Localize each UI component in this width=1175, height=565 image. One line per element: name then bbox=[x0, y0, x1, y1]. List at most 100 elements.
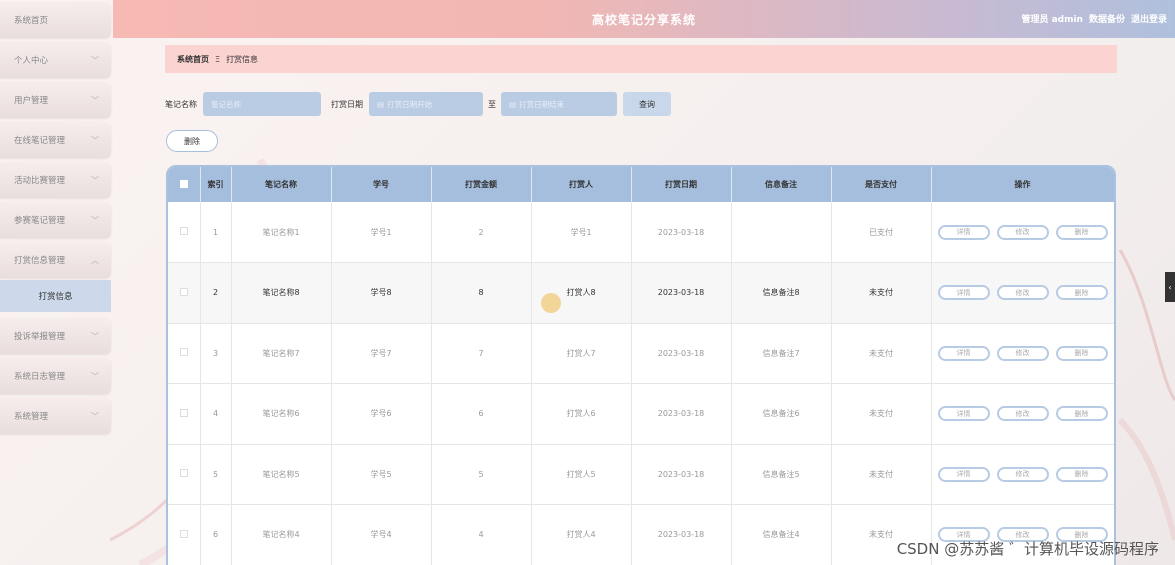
sidebar-item-3[interactable]: 在线笔记管理 ﹀ bbox=[0, 122, 111, 158]
cell-date: 2023-03-18 bbox=[631, 262, 732, 324]
detail-button[interactable]: 详情 bbox=[937, 406, 990, 422]
row-checkbox[interactable] bbox=[168, 323, 201, 384]
chevron-down-icon: ﹀ bbox=[91, 331, 99, 341]
table-row[interactable]: 5 笔记名称5 学号5 5 打赏人5 2023-03-18 信息备注5 未支付 详情 修改 删除 bbox=[168, 444, 1114, 505]
cell-date: 2023-03-18 bbox=[631, 323, 732, 384]
sidebar-item-5[interactable]: 参赛笔记管理 ﹀ bbox=[0, 202, 111, 238]
collapse-tab-icon[interactable]: ‹ bbox=[1165, 272, 1175, 302]
sidebar-item-label: 个人中心 bbox=[14, 56, 49, 66]
calendar-icon: ▤ bbox=[509, 99, 517, 109]
select-all-checkbox[interactable] bbox=[168, 167, 201, 202]
cell-actions: 详情 修改 删除 bbox=[931, 202, 1114, 263]
cell-amount: 2 bbox=[431, 202, 532, 263]
cell-actions: 详情 修改 删除 bbox=[931, 444, 1114, 505]
cell-sid: 学号7 bbox=[331, 323, 432, 384]
cell-name: 笔记名称7 bbox=[231, 323, 332, 384]
row-delete-button[interactable]: 删除 bbox=[1055, 406, 1108, 422]
search-bar: 笔记名称 笔记名称 打赏日期 ▤ 打赏日期开始 至 ▤ 打赏日期结束 查询 bbox=[165, 92, 671, 116]
edit-button[interactable]: 修改 bbox=[996, 224, 1049, 240]
cell-sid: 学号4 bbox=[331, 504, 432, 565]
sidebar-item-6[interactable]: 打赏信息管理 ︿ bbox=[0, 242, 111, 278]
breadcrumb-home[interactable]: 系统首页 bbox=[177, 54, 209, 65]
sidebar-item-label: 参赛笔记管理 bbox=[14, 216, 66, 226]
chevron-down-icon: ﹀ bbox=[91, 55, 99, 65]
cell-paid: 未支付 bbox=[831, 262, 932, 324]
detail-button[interactable]: 详情 bbox=[937, 466, 990, 482]
date-start-input[interactable]: ▤ 打赏日期开始 bbox=[369, 92, 483, 116]
cell-name: 笔记名称4 bbox=[231, 504, 332, 565]
cell-paid: 未支付 bbox=[831, 323, 932, 384]
delete-button[interactable]: 删除 bbox=[166, 130, 218, 152]
query-button[interactable]: 查询 bbox=[623, 92, 671, 116]
sidebar-item-label: 系统管理 bbox=[14, 412, 49, 422]
edit-button[interactable]: 修改 bbox=[996, 406, 1049, 422]
column-header: 索引 bbox=[200, 167, 232, 202]
date-end-input[interactable]: ▤ 打赏日期结束 bbox=[501, 92, 617, 116]
sidebar-item-0[interactable]: 系统首页 bbox=[0, 2, 111, 38]
sidebar-item-9[interactable]: 系统管理 ﹀ bbox=[0, 398, 111, 434]
row-checkbox[interactable] bbox=[168, 262, 201, 324]
logout-link[interactable]: 退出登录 bbox=[1131, 12, 1167, 25]
detail-button[interactable]: 详情 bbox=[937, 345, 990, 361]
detail-button[interactable]: 详情 bbox=[937, 224, 990, 240]
table-row[interactable]: 3 笔记名称7 学号7 7 打赏人7 2023-03-18 信息备注7 未支付 详情 修改 删除 bbox=[168, 323, 1114, 384]
date-end-placeholder: 打赏日期结束 bbox=[519, 99, 565, 109]
sidebar-item-label: 投诉举报管理 bbox=[14, 332, 66, 342]
cell-sid: 学号5 bbox=[331, 444, 432, 505]
row-checkbox[interactable] bbox=[168, 504, 201, 565]
sidebar-item-8[interactable]: 系统日志管理 ﹀ bbox=[0, 358, 111, 394]
cell-sid: 学号8 bbox=[331, 262, 432, 324]
edit-button[interactable]: 修改 bbox=[996, 466, 1049, 482]
cell-date: 2023-03-18 bbox=[631, 202, 732, 263]
chevron-up-icon: ︿ bbox=[91, 255, 99, 265]
cell-note: 信息备注8 bbox=[731, 262, 832, 324]
table-row[interactable]: 2 笔记名称8 学号8 8 打赏人8 2023-03-18 信息备注8 未支付 详情 修改 删除 bbox=[168, 262, 1114, 324]
note-name-label: 笔记名称 bbox=[165, 99, 197, 109]
mouse-cursor bbox=[541, 293, 561, 313]
breadcrumb-current: 打赏信息 bbox=[226, 54, 259, 64]
chevron-down-icon: ﹀ bbox=[91, 371, 99, 381]
table-row[interactable]: 1 笔记名称1 学号1 2 学号1 2023-03-18 已支付 详情 修改 删除 bbox=[168, 202, 1114, 263]
sidebar-item-label: 在线笔记管理 bbox=[14, 136, 66, 146]
row-delete-button[interactable]: 删除 bbox=[1055, 285, 1108, 301]
edit-button[interactable]: 修改 bbox=[996, 345, 1049, 361]
cell-date: 2023-03-18 bbox=[631, 444, 732, 505]
sidebar-subitem-reward-info[interactable]: 打赏信息 bbox=[0, 280, 111, 312]
cell-date: 2023-03-18 bbox=[631, 504, 732, 565]
data-table: 索引 笔记名称 学号 打赏金额 打赏人 打赏日期 信息备注 是否支付 操作 1 笔记名称1 学号1 2… bbox=[166, 165, 1116, 565]
table-row[interactable]: 4 笔记名称6 学号6 6 打赏人6 2023-03-18 信息备注6 未支付 详情 修改 删除 bbox=[168, 383, 1114, 445]
cell-payer: 打赏人7 bbox=[531, 323, 632, 384]
row-checkbox[interactable] bbox=[168, 202, 201, 263]
cell-note: 信息备注6 bbox=[731, 383, 832, 445]
sidebar: 系统首页 个人中心 ﹀ 用户管理 ﹀ 在线笔记管理 ﹀ 活动比赛管理 ﹀ 参赛笔记管理 ﹀ 打赏信息管… bbox=[0, 0, 113, 565]
note-name-input[interactable]: 笔记名称 bbox=[203, 92, 321, 116]
sidebar-item-1[interactable]: 个人中心 ﹀ bbox=[0, 42, 111, 78]
row-checkbox[interactable] bbox=[168, 444, 201, 505]
date-to-label: 至 bbox=[488, 99, 496, 109]
cell-amount: 5 bbox=[431, 444, 532, 505]
cell-amount: 7 bbox=[431, 323, 532, 384]
detail-button[interactable]: 详情 bbox=[937, 285, 990, 301]
backup-link[interactable]: 数据备份 bbox=[1089, 12, 1125, 25]
calendar-icon: ▤ bbox=[377, 99, 385, 109]
sidebar-item-2[interactable]: 用户管理 ﹀ bbox=[0, 82, 111, 118]
cell-index: 6 bbox=[200, 504, 232, 565]
row-delete-button[interactable]: 删除 bbox=[1055, 466, 1108, 482]
chevron-down-icon: ﹀ bbox=[91, 135, 99, 145]
sidebar-item-4[interactable]: 活动比赛管理 ﹀ bbox=[0, 162, 111, 198]
sidebar-item-7[interactable]: 投诉举报管理 ﹀ bbox=[0, 318, 111, 354]
chevron-down-icon: ﹀ bbox=[91, 95, 99, 105]
row-delete-button[interactable]: 删除 bbox=[1055, 345, 1108, 361]
cell-note: 信息备注5 bbox=[731, 444, 832, 505]
note-name-placeholder: 笔记名称 bbox=[211, 99, 241, 109]
cell-name: 笔记名称5 bbox=[231, 444, 332, 505]
cell-name: 笔记名称8 bbox=[231, 262, 332, 324]
cell-note: 信息备注4 bbox=[731, 504, 832, 565]
row-checkbox[interactable] bbox=[168, 383, 201, 445]
top-header: 高校笔记分享系统 管理员 admin 数据备份 退出登录 bbox=[113, 0, 1175, 38]
cell-amount: 8 bbox=[431, 262, 532, 324]
column-header: 操作 bbox=[931, 167, 1114, 202]
edit-button[interactable]: 修改 bbox=[996, 285, 1049, 301]
cell-index: 2 bbox=[200, 262, 232, 324]
row-delete-button[interactable]: 删除 bbox=[1055, 224, 1108, 240]
